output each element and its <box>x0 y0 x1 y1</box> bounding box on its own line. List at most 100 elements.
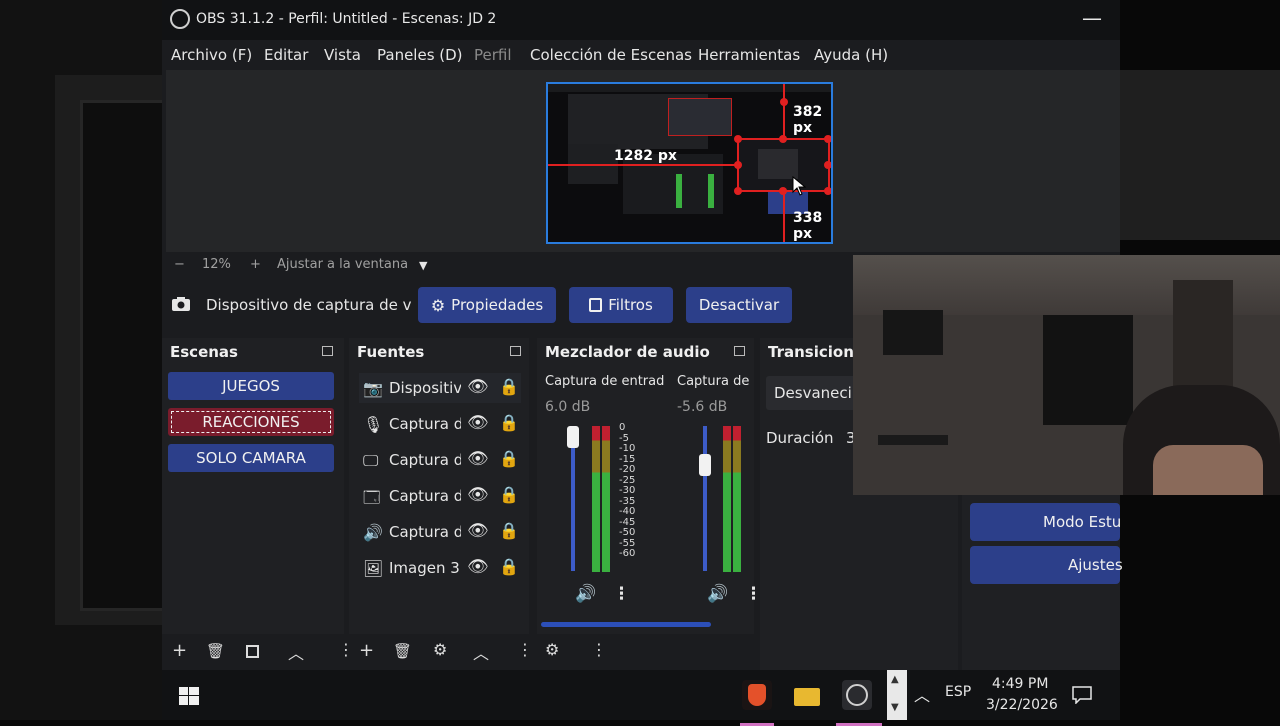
scene-filters-icon[interactable] <box>246 645 259 658</box>
advanced-audio-gear-icon[interactable]: ⚙ <box>545 640 559 659</box>
visibility-eye-icon[interactable]: 👁 <box>467 413 489 433</box>
zoom-dropdown-icon[interactable]: ▼ <box>419 259 427 272</box>
scene-reacciones[interactable]: REACCIONES <box>168 408 334 436</box>
visibility-eye-icon[interactable]: 👁 <box>467 521 489 541</box>
channel-2-mute-speaker-icon[interactable]: 🔊 <box>707 584 728 604</box>
scroll-up-icon[interactable]: ▲ <box>891 674 899 685</box>
studio-mode-button[interactable]: Modo Estu <box>970 503 1121 541</box>
transition-type-select[interactable]: Desvanecir <box>766 376 858 410</box>
lock-icon[interactable]: 🔒 <box>499 449 519 468</box>
obs-taskbar-icon[interactable] <box>836 680 882 726</box>
channel-1-slider-knob[interactable] <box>567 426 579 448</box>
source-item[interactable]: 🖵 Captura d 👁 🔒 <box>359 445 521 475</box>
channel-1-mute-speaker-icon[interactable]: 🔊 <box>575 584 596 604</box>
source-item[interactable]: 📷 Dispositiv 👁 🔒 <box>359 373 521 403</box>
minimize-button[interactable]: — <box>1082 6 1102 30</box>
properties-label: Propiedades <box>451 296 544 314</box>
menu-editar[interactable]: Editar <box>264 46 308 64</box>
webcam-bar-object <box>878 435 948 445</box>
menu-coleccion-escenas[interactable]: Colección de Escenas <box>530 46 692 64</box>
zoom-in-button[interactable]: + <box>250 257 261 272</box>
add-source-icon[interactable]: + <box>359 640 374 661</box>
visibility-eye-icon[interactable]: 👁 <box>467 449 489 469</box>
source-item[interactable]: 🎙 Captura d 👁 🔒 <box>359 409 521 439</box>
preview-area[interactable]: 1282 px 382 px 338 px <box>166 70 1120 252</box>
menu-herramientas[interactable]: Herramientas <box>698 46 800 64</box>
scroll-down-icon[interactable]: ▼ <box>891 702 899 713</box>
undock-icon[interactable] <box>734 346 745 356</box>
resize-handle-e[interactable] <box>824 161 831 169</box>
fit-to-window-button[interactable]: Ajustar a la ventana <box>277 257 408 272</box>
source-item[interactable]: 🔊 Captura d 👁 🔒 <box>359 517 521 547</box>
resize-handle-top-guide[interactable] <box>780 98 788 106</box>
menu-perfil[interactable]: Perfil <box>474 46 512 64</box>
source-item[interactable]: 🗔 Captura d 👁 🔒 <box>359 481 521 511</box>
visibility-eye-icon[interactable]: 👁 <box>467 557 489 577</box>
undock-icon[interactable] <box>510 346 521 356</box>
resize-handle-s[interactable] <box>779 187 787 195</box>
source-label: Captura d <box>389 523 461 541</box>
file-explorer-icon[interactable] <box>792 680 822 710</box>
undock-icon[interactable] <box>322 346 333 356</box>
resize-handle-ne[interactable] <box>824 135 831 143</box>
filters-button[interactable]: Filtros <box>569 287 673 323</box>
move-scene-up-icon[interactable]: ︿ <box>288 640 304 664</box>
mixer-title: Mezclador de audio <box>545 343 710 361</box>
scene-solo-camara[interactable]: SOLO CAMARA <box>168 444 334 472</box>
zoom-level: 12% <box>202 257 231 272</box>
properties-button[interactable]: ⚙ Propiedades <box>418 287 556 323</box>
settings-label: Ajustes <box>1068 556 1123 574</box>
preview-canvas[interactable]: 1282 px 382 px 338 px <box>546 82 833 244</box>
delete-source-icon[interactable]: 🗑 <box>393 642 412 660</box>
clock-time[interactable]: 4:49 PM <box>992 676 1048 692</box>
language-indicator[interactable]: ESP <box>945 684 971 700</box>
resize-handle-nw[interactable] <box>734 135 742 143</box>
lock-icon[interactable]: 🔒 <box>499 521 519 540</box>
mixer-more-icon[interactable]: ⋮ <box>591 640 607 659</box>
source-label: Imagen 3 <box>389 559 460 577</box>
menu-paneles[interactable]: Paneles (D) <box>377 46 463 64</box>
source-label: Captura d <box>389 415 461 433</box>
taskbar-scroll[interactable]: ▲ ▼ <box>887 670 907 720</box>
source-properties-gear-icon[interactable]: ⚙ <box>433 640 447 659</box>
resize-handle-se[interactable] <box>824 187 831 195</box>
resize-handle-sw[interactable] <box>734 187 742 195</box>
clock-date[interactable]: 3/22/2026 <box>986 697 1058 713</box>
lock-icon[interactable]: 🔒 <box>499 413 519 432</box>
mixer-horizontal-scrollbar[interactable] <box>541 622 711 627</box>
deactivate-button[interactable]: Desactivar <box>686 287 792 323</box>
add-scene-icon[interactable]: + <box>172 640 187 661</box>
lock-icon[interactable]: 🔒 <box>499 485 519 504</box>
window-icon: 🗔 <box>363 488 381 507</box>
windows-start-icon[interactable] <box>179 687 199 705</box>
delete-scene-icon[interactable]: 🗑 <box>206 642 225 660</box>
menu-ayuda[interactable]: Ayuda (H) <box>814 46 888 64</box>
visibility-eye-icon[interactable]: 👁 <box>467 485 489 505</box>
settings-button[interactable]: Ajustes <box>970 546 1123 584</box>
channel-2-slider-knob[interactable] <box>699 454 711 476</box>
source-item[interactable]: 🖼 Imagen 3 👁 🔒 <box>359 553 521 583</box>
mini-meter-1 <box>676 174 682 208</box>
channel-1-menu-icon[interactable]: ⋮ <box>613 584 630 604</box>
sources-title: Fuentes <box>357 343 425 361</box>
channel-2-volume-slider[interactable] <box>703 426 707 571</box>
show-hidden-icons-chevron-icon[interactable]: ︿ <box>914 682 930 706</box>
lock-icon[interactable]: 🔒 <box>499 377 519 396</box>
menu-archivo[interactable]: Archivo (F) <box>171 46 252 64</box>
source-label: Captura d <box>389 451 461 469</box>
resize-handle-w[interactable] <box>734 161 742 169</box>
move-source-up-icon[interactable]: ︿ <box>473 640 489 664</box>
lock-icon[interactable]: 🔒 <box>499 557 519 576</box>
notification-center-icon[interactable] <box>1072 686 1092 704</box>
mixer-dock-toolbar: ⚙ ⋮ <box>537 634 754 670</box>
visibility-eye-icon[interactable]: 👁 <box>467 377 489 397</box>
mini-titlebar <box>548 84 831 92</box>
menu-vista[interactable]: Vista <box>324 46 361 64</box>
resize-handle-n[interactable] <box>779 135 787 143</box>
sources-more-icon[interactable]: ⋮ <box>517 640 533 659</box>
channel-1-meter-left <box>592 426 600 572</box>
scene-juegos[interactable]: JUEGOS <box>168 372 334 400</box>
brave-browser-icon[interactable] <box>740 680 774 726</box>
zoom-out-button[interactable]: − <box>174 257 185 272</box>
transition-type-value: Desvanecir <box>774 384 858 402</box>
